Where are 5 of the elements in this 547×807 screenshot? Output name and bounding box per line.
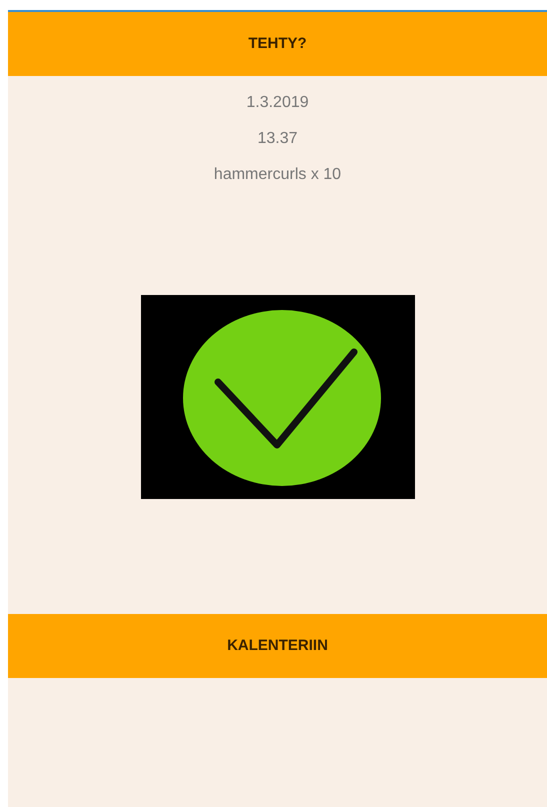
detail-text: 1.3.2019 (246, 95, 309, 111)
detail-text: hammercurls x 10 (214, 167, 342, 183)
calendar-button[interactable]: KALENTERIIN (8, 614, 547, 678)
detail-text: 13.37 (257, 131, 298, 147)
done-question-button[interactable]: TEHTY? (8, 12, 547, 76)
